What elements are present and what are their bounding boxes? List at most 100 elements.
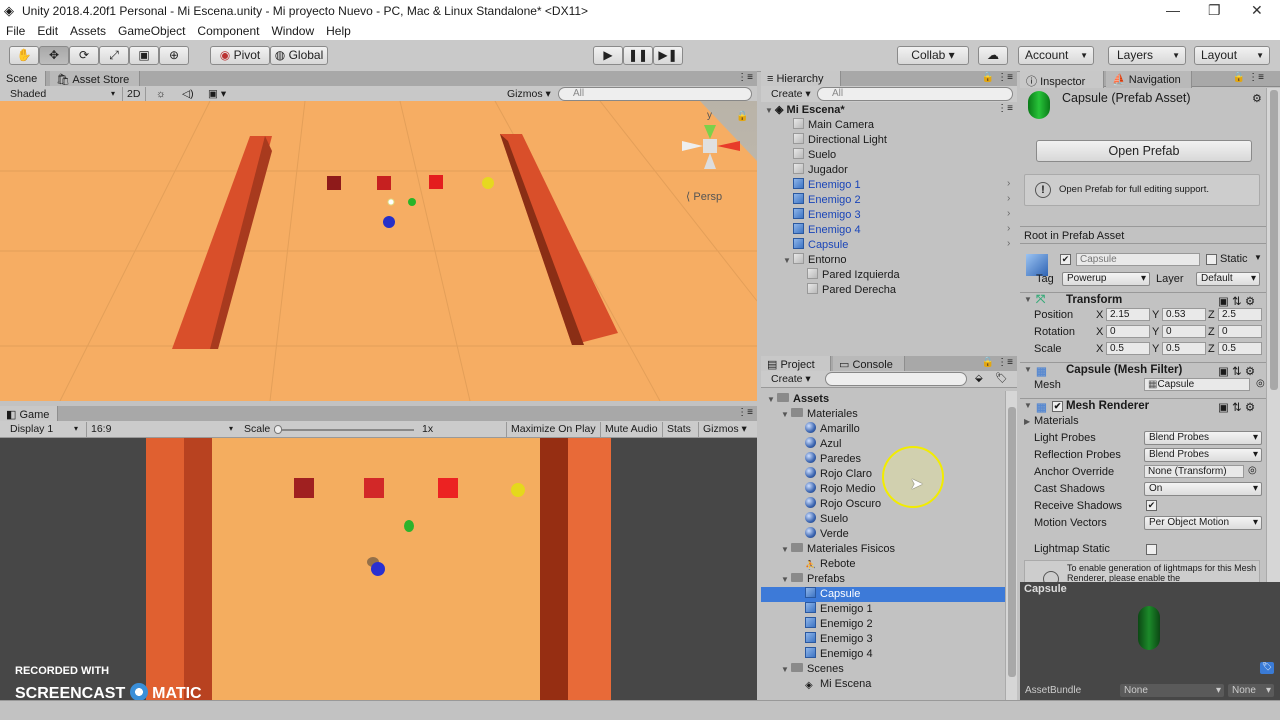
mesh-renderer-header[interactable]: ▼ ▦ ✔ Mesh Renderer ▣ ⇅ ⚙ [1020,398,1266,414]
project-item[interactable]: Enemigo 4 [761,647,1005,662]
mesh-filter-tools-icon[interactable]: ▣ ⇅ ⚙ [1218,364,1255,378]
scl-y-field[interactable]: 0.5 [1162,342,1206,355]
anchor-picker-icon[interactable]: ◎ [1248,465,1257,476]
scene-search-input[interactable]: All [558,87,752,101]
hierarchy-item[interactable]: Enemigo 1 [783,178,861,193]
preview-tag-icon[interactable]: 🏷 [1260,662,1274,674]
mesh-picker-icon[interactable]: ◎ [1256,378,1265,389]
audio-toggle-icon[interactable]: ◁) [178,87,200,102]
active-checkbox[interactable]: ✔ [1060,254,1071,265]
transform-tool-icon[interactable]: ⊕ [159,46,189,65]
close-button[interactable]: ✕ [1251,2,1263,19]
scale-tool-icon[interactable]: ⤢ [99,46,129,65]
expand-arrow-icon[interactable]: ▼ [767,392,777,407]
aspect-dropdown[interactable]: 16:9 ▾ [86,422,236,437]
object-name-field[interactable]: Capsule [1076,253,1200,266]
hierarchy-item[interactable]: ▼ Entorno [783,253,847,268]
hierarchy-create-dropdown[interactable]: Create ▾ [767,87,811,102]
filter-type-icon[interactable]: ⬙ [975,373,983,384]
static-checkbox[interactable] [1206,254,1217,265]
project-scroll-thumb[interactable] [1008,407,1016,677]
project-item[interactable]: Verde [761,527,1005,542]
hierarchy-item[interactable]: Jugador [783,163,848,178]
expand-arrow-icon[interactable]: ▼ [781,662,791,677]
pos-z-field[interactable]: 2.5 [1218,308,1262,321]
hierarchy-menu-icon[interactable]: 🔒 ⋮≡ [982,72,1013,83]
open-prefab-arrow-icon[interactable]: › [1007,193,1010,204]
2d-toggle[interactable]: 2D [122,87,146,102]
game-panel-menu-icon[interactable]: ⋮≡ [737,407,753,418]
light-probes-dropdown[interactable]: Blend Probes ▾ [1144,431,1262,445]
project-search-input[interactable] [825,372,967,386]
transform-component-header[interactable]: ▼ ⤧ Transform ▣ ⇅ ⚙ [1020,292,1266,308]
mute-audio-toggle[interactable]: Mute Audio [600,422,660,437]
hand-tool-icon[interactable]: ✋ [9,46,39,65]
project-item[interactable]: Amarillo [761,422,1005,437]
hierarchy-item[interactable]: Directional Light [783,133,887,148]
panel-menu-icon[interactable]: ⋮≡ [737,72,753,83]
gizmos-dropdown[interactable]: Gizmos ▾ [503,87,553,102]
rotate-tool-icon[interactable]: ⟳ [69,46,99,65]
rot-y-field[interactable]: 0 [1162,325,1206,338]
project-item[interactable]: ▼ Prefabs [761,572,1005,587]
hierarchy-item[interactable]: Main Camera [783,118,874,133]
project-item[interactable]: Capsule [761,587,1005,602]
project-item[interactable]: ▼ Materiales [761,407,1005,422]
rot-z-field[interactable]: 0 [1218,325,1262,338]
project-item[interactable]: Paredes [761,452,1005,467]
pivot-toggle[interactable]: ◉ Pivot [210,46,270,65]
expand-arrow-icon[interactable]: ▼ [781,572,791,587]
hierarchy-item[interactable]: Suelo [783,148,836,163]
global-toggle[interactable]: ◍ Global [270,46,328,65]
menu-help[interactable]: Help [320,22,357,38]
lightmap-static-checkbox[interactable] [1146,544,1157,555]
expand-arrow-icon[interactable]: ▼ [781,542,791,557]
persp-label[interactable]: ⟨ Persp [686,190,722,203]
step-button[interactable]: ▶❚ [653,46,683,65]
layer-dropdown[interactable]: Default ▾ [1196,272,1260,286]
display-dropdown[interactable]: Display 1 ▾ [6,422,81,437]
expand-arrow-icon[interactable]: ▼ [781,407,791,422]
project-create-dropdown[interactable]: Create ▾ [767,372,811,387]
move-tool-icon[interactable]: ✥ [39,46,69,65]
project-item[interactable]: Suelo [761,512,1005,527]
materials-foldout[interactable]: ▶ Materials [1024,415,1079,427]
mesh-renderer-tools-icon[interactable]: ▣ ⇅ ⚙ [1218,400,1255,414]
tab-navigation[interactable]: ⛵ Navigation [1106,71,1192,88]
hierarchy-item[interactable]: Enemigo 2 [783,193,861,208]
asset-settings-icon[interactable]: ⚙ [1252,92,1262,105]
scene-view[interactable]: y 🔒 ⟨ Persp [0,101,757,401]
scl-z-field[interactable]: 0.5 [1218,342,1262,355]
layers-dropdown[interactable]: Layers ▼ [1108,46,1186,65]
menu-gameobject[interactable]: GameObject [112,22,191,38]
open-prefab-arrow-icon[interactable]: › [1007,208,1010,219]
scale-slider[interactable] [274,425,414,434]
anchor-override-field[interactable]: None (Transform) [1144,465,1244,478]
transform-tools-icon[interactable]: ▣ ⇅ ⚙ [1218,294,1255,308]
motion-vectors-dropdown[interactable]: Per Object Motion ▾ [1144,516,1262,530]
inspector-scroll-thumb[interactable] [1270,90,1278,390]
minimize-button[interactable]: — [1166,2,1180,18]
scl-x-field[interactable]: 0.5 [1106,342,1150,355]
expand-arrow-icon[interactable]: ▼ [783,253,793,268]
light-toggle-icon[interactable]: ☼ [152,87,174,102]
pause-button[interactable]: ❚❚ [623,46,653,65]
hierarchy-search-input[interactable]: All [817,87,1013,101]
scene-root[interactable]: ▼ ◈ Mi Escena* [765,103,845,118]
project-item[interactable]: ▼ Materiales Fisicos [761,542,1005,557]
play-button[interactable]: ▶ [593,46,623,65]
game-gizmos-dropdown[interactable]: Gizmos ▾ [698,422,753,437]
project-item[interactable]: Azul [761,437,1005,452]
hierarchy-item[interactable]: Enemigo 4 [783,223,861,238]
mesh-field[interactable]: ▦Capsule [1144,378,1250,391]
hierarchy-item[interactable]: Pared Izquierda [797,268,900,283]
open-prefab-button[interactable]: Open Prefab [1036,140,1252,162]
cast-shadows-dropdown[interactable]: On ▾ [1144,482,1262,496]
hierarchy-item[interactable]: Capsule [783,238,848,253]
static-dropdown-icon[interactable]: ▼ [1254,253,1262,262]
tag-dropdown[interactable]: Powerup ▾ [1062,272,1150,286]
project-item[interactable]: ▼ Scenes [761,662,1005,677]
preview-area[interactable]: 🏷 [1020,596,1280,682]
project-item[interactable]: ⛹ Rebote [761,557,1005,572]
scene-menu-icon[interactable]: ⋮≡ [997,103,1013,114]
